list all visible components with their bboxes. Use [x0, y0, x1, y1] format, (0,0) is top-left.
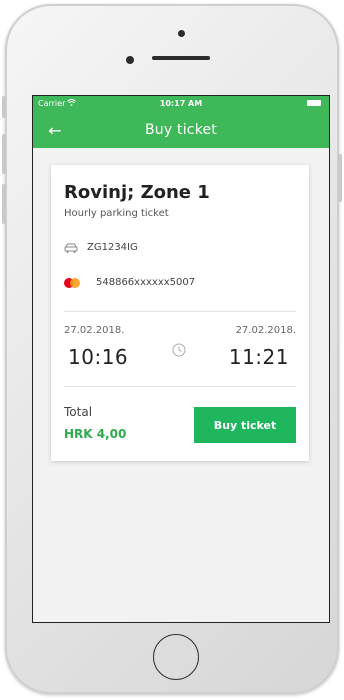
- buy-ticket-button[interactable]: Buy ticket: [194, 407, 296, 443]
- volume-up-button: [2, 134, 6, 174]
- page-title: Buy ticket: [145, 122, 217, 138]
- start-date: 27.02.2018.: [64, 325, 125, 336]
- total-label: Total: [64, 405, 93, 419]
- proximity-sensor: [178, 30, 185, 37]
- license-plate: ZG1234IG: [87, 242, 138, 253]
- total-amount: HRK 4,00: [64, 427, 127, 441]
- navigation-bar: ← Buy ticket: [33, 112, 329, 148]
- divider: [64, 311, 296, 312]
- car-icon: [64, 243, 78, 253]
- start-time: 10:16: [68, 345, 129, 369]
- end-time: 11:21: [228, 345, 289, 369]
- earpiece-speaker: [152, 56, 210, 60]
- power-button: [338, 154, 342, 202]
- app-screen: Carrier 10:17 AM ← Buy ticket Rovinj; Zo…: [32, 95, 330, 623]
- status-time: 10:17 AM: [159, 99, 203, 108]
- divider: [64, 386, 296, 387]
- volume-down-button: [2, 184, 6, 224]
- battery-icon: [307, 100, 321, 106]
- front-camera: [126, 56, 134, 64]
- home-button[interactable]: [153, 634, 199, 680]
- status-bar: Carrier 10:17 AM: [33, 96, 329, 112]
- ticket-card: Rovinj; Zone 1 Hourly parking ticket ZG1…: [51, 165, 309, 461]
- card-number: 548866xxxxxx5007: [96, 277, 196, 288]
- license-plate-row: ZG1234IG: [64, 242, 138, 253]
- clock-icon: [172, 343, 186, 357]
- mute-switch: [2, 96, 6, 118]
- ticket-type: Hourly parking ticket: [64, 208, 169, 219]
- end-date: 27.02.2018.: [235, 325, 296, 336]
- zone-title: Rovinj; Zone 1: [64, 182, 210, 203]
- payment-card-row: 548866xxxxxx5007: [64, 277, 195, 288]
- mastercard-icon: [64, 277, 80, 288]
